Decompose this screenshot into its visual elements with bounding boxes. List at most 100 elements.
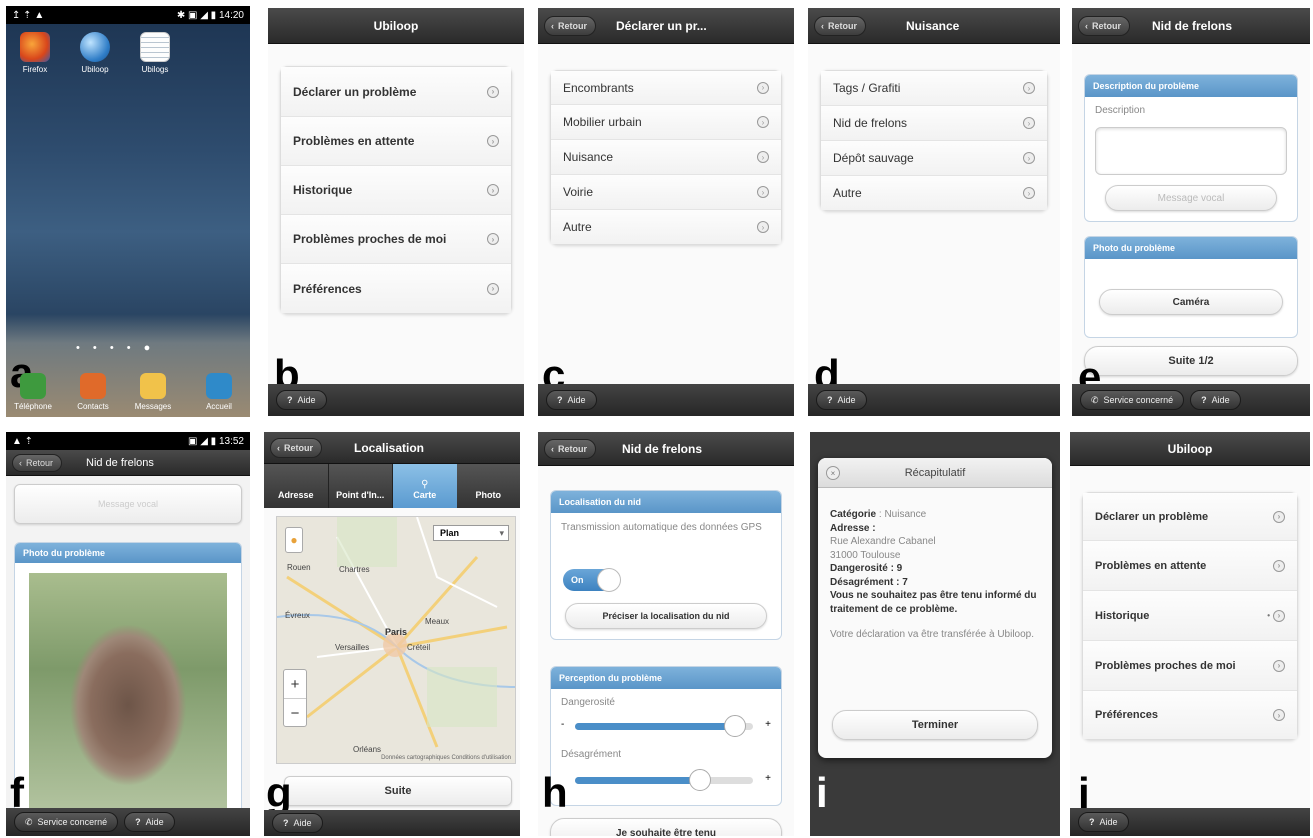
tab-photo[interactable]: Photo bbox=[456, 464, 520, 508]
back-label: Retour bbox=[26, 458, 54, 468]
service-button[interactable]: ✆ Service concerné bbox=[14, 812, 119, 832]
app-ubilogs[interactable]: Ubilogs bbox=[132, 32, 178, 74]
back-label: Retour bbox=[558, 444, 587, 454]
slider-knob[interactable] bbox=[724, 715, 747, 737]
menu-item[interactable]: Préférences › bbox=[281, 264, 511, 313]
back-button[interactable]: ‹ Retour bbox=[270, 438, 322, 458]
menu-item[interactable]: Déclarer un problème › bbox=[281, 67, 511, 117]
map-type-select[interactable]: Plan ▾ bbox=[433, 525, 509, 541]
voice-message-button[interactable]: Message vocal bbox=[14, 484, 242, 524]
section-header: Localisation du nid bbox=[551, 491, 781, 513]
menu-item-label: Déclarer un problème bbox=[293, 84, 417, 99]
phone-icon: ✆ bbox=[1091, 394, 1099, 405]
dock-home[interactable]: Accueil bbox=[196, 373, 242, 411]
panel-f-photo: ▲ ⇡ ▣ ◢ ▮ 13:52 ‹ Retour Nid de frelons M… bbox=[6, 432, 250, 836]
back-button[interactable]: ‹ Retour bbox=[814, 16, 866, 36]
help-button[interactable]: ? Aide bbox=[816, 390, 867, 410]
back-button[interactable]: ‹ Retour bbox=[544, 439, 596, 459]
page-title: Nid de frelons bbox=[622, 441, 703, 456]
category-item[interactable]: Encombrants › bbox=[551, 71, 781, 105]
pegman-icon[interactable]: ● bbox=[285, 527, 303, 553]
menu-list: Déclarer un problème › Problèmes en atten… bbox=[1082, 492, 1298, 740]
menu-item[interactable]: Historique › bbox=[281, 166, 511, 215]
phone-icon: ✆ bbox=[25, 816, 33, 827]
help-icon: ? bbox=[135, 817, 141, 827]
menu-item[interactable]: Problèmes en attente › bbox=[1083, 541, 1297, 591]
next-button[interactable]: Suite bbox=[284, 776, 512, 806]
danger-slider[interactable]: - + bbox=[561, 715, 771, 737]
next-button[interactable]: Suite 1/2 bbox=[1084, 346, 1298, 376]
panel-b-main-menu: Ubiloop Déclarer un problème › Problèmes … bbox=[268, 8, 524, 416]
summary-body: Catégorie : Nuisance Adresse : Rue Alexa… bbox=[818, 488, 1052, 642]
status-icons-right: ✱ ▣ ◢ ▮ 14:20 bbox=[176, 9, 244, 21]
finish-button[interactable]: Terminer bbox=[832, 710, 1038, 740]
gps-toggle[interactable]: On bbox=[563, 568, 621, 592]
subcategory-item[interactable]: Tags / Grafiti › bbox=[821, 71, 1047, 106]
service-button[interactable]: ✆ Service concerné bbox=[1080, 390, 1185, 410]
address-label: Adresse : bbox=[830, 522, 876, 534]
dock-phone[interactable]: Téléphone bbox=[10, 373, 56, 411]
phone-icon bbox=[20, 373, 46, 399]
map-view[interactable]: Rouen Évreux Paris Versailles Créteil Me… bbox=[276, 516, 516, 764]
help-icon: ? bbox=[283, 818, 289, 828]
menu-item-label: Problèmes en attente bbox=[1095, 559, 1207, 572]
toggle-label: On bbox=[571, 575, 584, 585]
chevron-left-icon: ‹ bbox=[1085, 21, 1088, 31]
danger-label: Dangerosité bbox=[561, 697, 615, 708]
chevron-right-icon: › bbox=[757, 116, 769, 128]
help-button[interactable]: ? Aide bbox=[124, 812, 175, 832]
section-header: Photo du problème bbox=[1085, 237, 1297, 259]
stay-informed-button[interactable]: Je souhaite être tenu bbox=[550, 818, 782, 836]
tab-map[interactable]: ⚲ Carte bbox=[393, 464, 457, 508]
menu-item[interactable]: Problèmes en attente › bbox=[281, 117, 511, 166]
subcategory-item[interactable]: Dépôt sauvage › bbox=[821, 141, 1047, 176]
map-label-creteil: Créteil bbox=[407, 643, 431, 652]
description-input[interactable] bbox=[1095, 127, 1287, 175]
slider-fill bbox=[575, 723, 736, 730]
help-button[interactable]: ? Aide bbox=[272, 813, 323, 833]
menu-item[interactable]: Problèmes proches de moi › bbox=[1083, 641, 1297, 691]
subcategory-item[interactable]: Nid de frelons › bbox=[821, 106, 1047, 141]
dock-contacts[interactable]: Contacts bbox=[70, 373, 116, 411]
gps-text: Transmission automatique des données GPS bbox=[561, 522, 762, 533]
map-pin-icon: ⚲ bbox=[421, 479, 429, 490]
header: Ubiloop bbox=[1070, 432, 1310, 466]
menu-item[interactable]: Historique • › bbox=[1083, 591, 1297, 641]
section-header: Description du problème bbox=[1085, 75, 1297, 97]
category-item[interactable]: Voirie › bbox=[551, 175, 781, 210]
category-item[interactable]: Nuisance › bbox=[551, 140, 781, 175]
help-button[interactable]: ? Aide bbox=[276, 390, 327, 410]
subcategory-label: Nid de frelons bbox=[833, 116, 908, 130]
back-button[interactable]: ‹ Retour bbox=[12, 454, 63, 472]
map-roads bbox=[277, 517, 515, 748]
help-button[interactable]: ? Aide bbox=[1190, 390, 1241, 410]
app-firefox[interactable]: Firefox bbox=[12, 32, 58, 74]
menu-item[interactable]: Déclarer un problème › bbox=[1083, 493, 1297, 541]
category-item[interactable]: Autre › bbox=[551, 210, 781, 244]
chevron-right-icon: › bbox=[1023, 187, 1035, 199]
zoom-in-button[interactable]: + bbox=[284, 670, 306, 699]
slider-knob[interactable] bbox=[688, 769, 711, 791]
back-label: Retour bbox=[284, 443, 313, 453]
camera-button[interactable]: Caméra bbox=[1099, 289, 1283, 315]
close-icon[interactable]: × bbox=[826, 466, 840, 480]
tab-point[interactable]: Point d'In... bbox=[328, 464, 393, 508]
status-icons-right: ▣ ◢ ▮ 13:52 bbox=[187, 435, 244, 447]
app-ubiloop[interactable]: Ubiloop bbox=[72, 32, 118, 74]
category-item[interactable]: Mobilier urbain › bbox=[551, 105, 781, 140]
panel-j-main-menu: Ubiloop Déclarer un problème › Problèmes … bbox=[1070, 432, 1310, 836]
back-button[interactable]: ‹ Retour bbox=[1078, 16, 1130, 36]
menu-item[interactable]: Problèmes proches de moi › bbox=[281, 215, 511, 264]
tab-address[interactable]: Adresse bbox=[264, 464, 329, 508]
zoom-out-button[interactable]: − bbox=[284, 699, 306, 727]
voice-message-button[interactable]: Message vocal bbox=[1105, 185, 1277, 211]
back-button[interactable]: ‹ Retour bbox=[544, 16, 596, 36]
locate-nest-button[interactable]: Préciser la localisation du nid bbox=[565, 603, 767, 629]
help-button[interactable]: ? Aide bbox=[546, 390, 597, 410]
nuisance-slider[interactable]: + bbox=[561, 769, 771, 791]
menu-item[interactable]: Préférences › bbox=[1083, 691, 1297, 739]
chevron-right-icon: › bbox=[487, 282, 499, 295]
subcategory-item[interactable]: Autre › bbox=[821, 176, 1047, 210]
help-button[interactable]: ? Aide bbox=[1078, 812, 1129, 832]
dock-messages[interactable]: Messages bbox=[130, 373, 176, 411]
